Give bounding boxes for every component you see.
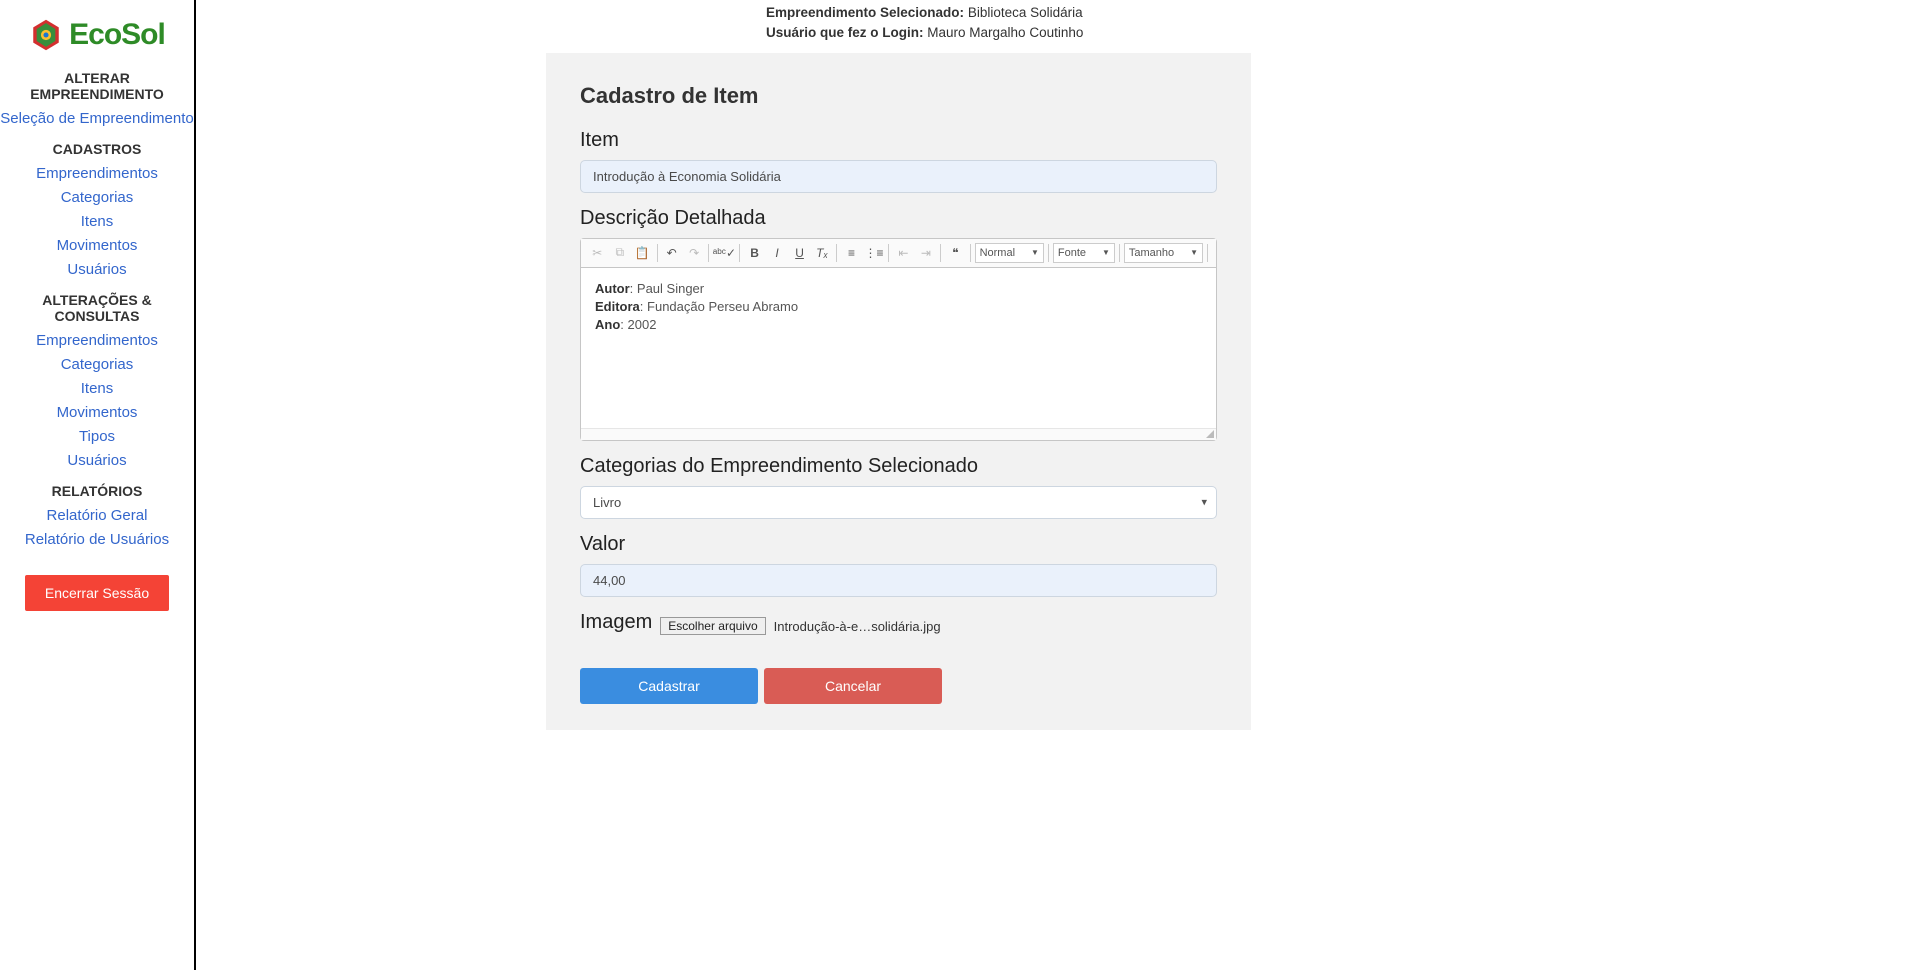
unordered-list-icon[interactable]: ⋮≡ — [864, 242, 885, 264]
chevron-down-icon: ▼ — [1102, 248, 1110, 257]
underline-icon[interactable]: U — [789, 242, 810, 264]
logged-user-line: Usuário que fez o Login: Mauro Margalho … — [766, 24, 1920, 43]
logo: EcoSol — [0, 18, 194, 52]
font-select[interactable]: Fonte ▼ — [1053, 243, 1115, 263]
sidebar: EcoSol ALTERAR EMPREENDIMENTO Seleção de… — [0, 0, 196, 970]
format-select-label: Normal — [980, 247, 1015, 259]
toolbar-separator — [836, 244, 837, 262]
spellcheck-icon[interactable]: ᵃᵇᶜ✓ — [713, 242, 735, 264]
undo-icon[interactable]: ↶ — [661, 242, 682, 264]
selected-enterprise-label: Empreendimento Selecionado: — [766, 5, 964, 20]
blockquote-icon[interactable]: ❝ — [945, 242, 966, 264]
logo-icon — [29, 18, 63, 52]
desc-year-value: : 2002 — [620, 317, 656, 332]
desc-editor-value: : Fundação Perseu Abramo — [640, 299, 798, 314]
cut-icon: ✂ — [587, 242, 608, 264]
toolbar-separator — [888, 244, 889, 262]
nav-selecao-empreendimento[interactable]: Seleção de Empreendimento — [0, 110, 194, 127]
copy-icon: ⧉ — [610, 242, 631, 264]
nav-relatorio-usuarios[interactable]: Relatório de Usuários — [0, 531, 194, 548]
selected-enterprise-line: Empreendimento Selecionado: Biblioteca S… — [766, 4, 1920, 23]
nav-alt-usuarios[interactable]: Usuários — [0, 452, 194, 469]
section-relatorios: RELATÓRIOS — [0, 483, 194, 499]
nav-alt-empreendimentos[interactable]: Empreendimentos — [0, 332, 194, 349]
nav-cad-itens[interactable]: Itens — [0, 213, 194, 230]
nav-alt-movimentos[interactable]: Movimentos — [0, 404, 194, 421]
desc-editor-label: Editora — [595, 299, 640, 314]
nav-cad-usuarios[interactable]: Usuários — [0, 261, 194, 278]
description-editor[interactable]: Autor: Paul Singer Editora: Fundação Per… — [581, 268, 1216, 428]
editor-toolbar: ✂ ⧉ 📋 ↶ ↷ ᵃᵇᶜ✓ B I U Tₓ ≡ ⋮≡ — [581, 239, 1216, 268]
size-select-label: Tamanho — [1129, 247, 1174, 259]
toolbar-separator — [708, 244, 709, 262]
choose-file-button[interactable]: Escolher arquivo — [660, 617, 765, 635]
outdent-icon: ⇤ — [893, 242, 914, 264]
chevron-down-icon: ▼ — [1190, 248, 1198, 257]
section-alterar-empreendimento: ALTERAR EMPREENDIMENTO — [0, 70, 194, 102]
item-input[interactable] — [580, 160, 1217, 193]
main-content: Empreendimento Selecionado: Biblioteca S… — [196, 0, 1920, 970]
valor-label: Valor — [580, 533, 1217, 556]
nav-alt-categorias[interactable]: Categorias — [0, 356, 194, 373]
nav-relatorio-geral[interactable]: Relatório Geral — [0, 507, 194, 524]
size-select[interactable]: Tamanho ▼ — [1124, 243, 1203, 263]
desc-author-value: : Paul Singer — [630, 281, 704, 296]
desc-year-label: Ano — [595, 317, 620, 332]
nav-cad-categorias[interactable]: Categorias — [0, 189, 194, 206]
category-select[interactable]: Livro — [580, 486, 1217, 519]
bold-icon[interactable]: B — [744, 242, 765, 264]
nav-cad-empreendimentos[interactable]: Empreendimentos — [0, 165, 194, 182]
image-label: Imagem — [580, 611, 652, 634]
logged-user-value: Mauro Margalho Coutinho — [927, 25, 1083, 40]
toolbar-separator — [739, 244, 740, 262]
logged-user-label: Usuário que fez o Login: — [766, 25, 924, 40]
section-cadastros: CADASTROS — [0, 141, 194, 157]
submit-button[interactable]: Cadastrar — [580, 668, 758, 704]
toolbar-separator — [1048, 244, 1049, 262]
toolbar-separator — [940, 244, 941, 262]
nav-alt-itens[interactable]: Itens — [0, 380, 194, 397]
valor-input[interactable] — [580, 564, 1217, 597]
cancel-button[interactable]: Cancelar — [764, 668, 942, 704]
format-select[interactable]: Normal ▼ — [975, 243, 1044, 263]
toolbar-separator — [1119, 244, 1120, 262]
toolbar-separator — [970, 244, 971, 262]
logout-button[interactable]: Encerrar Sessão — [25, 575, 169, 611]
chevron-down-icon: ▼ — [1031, 248, 1039, 257]
item-label: Item — [580, 129, 1217, 152]
nav-cad-movimentos[interactable]: Movimentos — [0, 237, 194, 254]
nav-alt-tipos[interactable]: Tipos — [0, 428, 194, 445]
paste-icon[interactable]: 📋 — [632, 242, 653, 264]
selected-enterprise-value: Biblioteca Solidária — [968, 5, 1083, 20]
redo-icon: ↷ — [684, 242, 705, 264]
form-card: Cadastro de Item Item Descrição Detalhad… — [546, 53, 1251, 730]
page-title: Cadastro de Item — [580, 83, 1217, 109]
desc-author-label: Autor — [595, 281, 630, 296]
indent-icon: ⇥ — [916, 242, 937, 264]
remove-format-icon[interactable]: Tₓ — [812, 242, 833, 264]
section-alteracoes-consultas: ALTERAÇÕES & CONSULTAS — [0, 292, 194, 324]
logo-text: EcoSol — [69, 18, 165, 52]
file-name: Introdução-à-e…solidária.jpg — [774, 619, 941, 634]
toolbar-separator — [657, 244, 658, 262]
italic-icon[interactable]: I — [767, 242, 788, 264]
category-label: Categorias do Empreendimento Selecionado — [580, 455, 1217, 478]
ordered-list-icon[interactable]: ≡ — [841, 242, 862, 264]
editor-box: ✂ ⧉ 📋 ↶ ↷ ᵃᵇᶜ✓ B I U Tₓ ≡ ⋮≡ — [580, 238, 1217, 441]
toolbar-separator — [1207, 244, 1208, 262]
resize-handle[interactable] — [581, 428, 1216, 440]
description-label: Descrição Detalhada — [580, 207, 1217, 230]
top-info: Empreendimento Selecionado: Biblioteca S… — [766, 0, 1920, 43]
font-select-label: Fonte — [1058, 247, 1086, 259]
